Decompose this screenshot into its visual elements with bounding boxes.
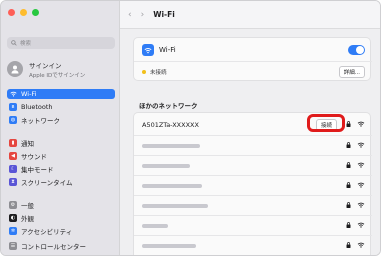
- close-window-button[interactable]: [8, 9, 15, 16]
- lock-icon: [346, 181, 351, 190]
- lock-icon: [346, 161, 351, 170]
- sidebar-item-network[interactable]: ◍ ネットワーク: [7, 115, 115, 125]
- zoom-window-button[interactable]: [32, 9, 39, 16]
- moon-icon: ☾: [9, 165, 17, 173]
- speaker-icon: ◀: [9, 152, 17, 160]
- wifi-toggle-row: Wi-Fi: [134, 40, 372, 60]
- blurred-network-name: [142, 183, 202, 188]
- gear-icon: ⚙: [9, 201, 17, 209]
- sidebar-item-general[interactable]: ⚙ 一般: [7, 200, 115, 210]
- sidebar-item-wifi[interactable]: Wi-Fi: [7, 89, 115, 99]
- wifi-signal-icon: [357, 242, 365, 250]
- connect-button-highlight: [307, 114, 345, 132]
- forward-chevron-icon[interactable]: ›: [141, 10, 145, 20]
- lock-icon: [346, 221, 351, 230]
- sidebar-item-accessibility[interactable]: ✲ アクセシビリティ: [7, 226, 115, 236]
- minimize-window-button[interactable]: [20, 9, 27, 16]
- sidebar-item-label: ネットワーク: [21, 117, 60, 125]
- sidebar: 検索 サインイン Apple IDでサインイン Wi-Fi ʙ Bluetoot…: [1, 1, 120, 255]
- details-button[interactable]: 詳細...: [338, 65, 365, 78]
- sidebar-item-label: 通知: [21, 140, 34, 148]
- sidebar-item-label: Bluetooth: [21, 103, 53, 111]
- wifi-signal-icon: [357, 162, 365, 170]
- lock-icon: [346, 201, 351, 210]
- signin-title: サインイン: [29, 61, 62, 70]
- sidebar-item-label: 一般: [21, 202, 34, 210]
- network-row[interactable]: [134, 175, 372, 195]
- back-chevron-icon[interactable]: ‹: [128, 10, 132, 20]
- signin-subtitle: Apple IDでサインイン: [29, 72, 86, 79]
- sidebar-item-focus[interactable]: ☾ 集中モード: [7, 164, 115, 174]
- network-row[interactable]: [134, 155, 372, 175]
- lock-icon: [346, 121, 351, 129]
- search-input[interactable]: 検索: [7, 37, 115, 49]
- lock-icon: [346, 141, 351, 150]
- sidebar-item-appearance[interactable]: ◐ 外観: [7, 213, 115, 223]
- search-placeholder: 検索: [20, 41, 32, 47]
- wifi-status: 未接続: [150, 69, 167, 76]
- wifi-toggle[interactable]: [348, 45, 365, 55]
- other-networks-heading: ほかのネットワーク: [139, 102, 198, 110]
- network-row[interactable]: [134, 195, 372, 215]
- lock-icon: [346, 241, 351, 250]
- page-title: Wi-Fi: [153, 10, 175, 19]
- wifi-status-row: 未接続 詳細...: [134, 61, 372, 81]
- blurred-network-name: [142, 163, 190, 168]
- hourglass-icon: ⧗: [9, 178, 17, 186]
- sidebar-item-label: 外観: [21, 215, 34, 223]
- avatar: [7, 61, 23, 77]
- network-name: A501ZTa-XXXXXX: [142, 121, 199, 129]
- appearance-icon: ◐: [9, 214, 17, 222]
- sidebar-item-label: アクセシビリティ: [21, 228, 73, 236]
- blurred-network-name: [142, 223, 168, 228]
- network-list: A501ZTa-XXXXXX 接続: [133, 112, 372, 255]
- person-icon: [11, 65, 19, 74]
- wifi-signal-icon: [357, 182, 365, 190]
- accessibility-icon: ✲: [9, 227, 17, 235]
- sidebar-item-screen-time[interactable]: ⧗ スクリーンタイム: [7, 177, 115, 187]
- wifi-icon: [9, 90, 17, 98]
- wifi-signal-icon: [357, 202, 365, 210]
- system-settings-window: 検索 サインイン Apple IDでサインイン Wi-Fi ʙ Bluetoot…: [0, 0, 381, 256]
- blurred-network-name: [142, 203, 208, 208]
- wifi-label: Wi-Fi: [159, 46, 176, 54]
- bluetooth-icon: ʙ: [9, 103, 17, 111]
- wifi-signal-icon: [357, 222, 365, 230]
- sidebar-item-label: コントロールセンター: [21, 243, 86, 251]
- sidebar-item-label: サウンド: [21, 153, 47, 161]
- network-row[interactable]: [134, 135, 372, 155]
- bell-icon: ▮: [9, 139, 17, 147]
- sidebar-item-label: 集中モード: [21, 166, 54, 174]
- sidebar-item-label: スクリーンタイム: [21, 179, 73, 187]
- sidebar-item-notifications[interactable]: ▮ 通知: [7, 138, 115, 148]
- window-controls: [8, 9, 39, 16]
- wifi-signal-icon: [357, 142, 365, 150]
- status-dot-icon: [142, 69, 146, 74]
- wifi-signal-icon: [357, 121, 365, 129]
- wifi-card: Wi-Fi 未接続 詳細...: [133, 37, 372, 81]
- apple-id-signin[interactable]: サインイン Apple IDでサインイン: [7, 55, 115, 83]
- wifi-icon: [142, 44, 154, 56]
- sidebar-item-bluetooth[interactable]: ʙ Bluetooth: [7, 102, 115, 112]
- blurred-network-name: [142, 243, 196, 248]
- control-center-icon: ☰: [9, 242, 17, 250]
- toolbar: ‹ › Wi-Fi: [120, 1, 380, 29]
- sidebar-item-label: Wi-Fi: [21, 90, 37, 98]
- network-row[interactable]: [134, 215, 372, 235]
- network-row[interactable]: [134, 235, 372, 255]
- blurred-network-name: [142, 143, 200, 148]
- globe-icon: ◍: [9, 116, 17, 124]
- sidebar-item-sound[interactable]: ◀ サウンド: [7, 151, 115, 161]
- search-icon: [11, 40, 17, 46]
- sidebar-item-control-center[interactable]: ☰ コントロールセンター: [7, 241, 115, 251]
